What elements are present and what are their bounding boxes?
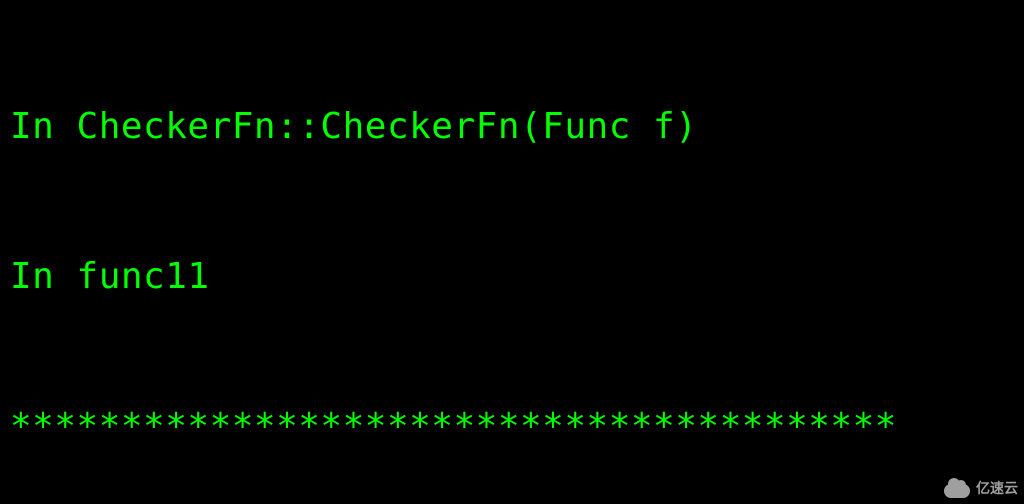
watermark-text: 亿速云 (976, 478, 1018, 498)
terminal-output: In CheckerFn::CheckerFn(Func f) In func1… (0, 0, 1024, 504)
terminal-line: **************************************** (10, 402, 1014, 452)
terminal-line: In func11 (10, 252, 1014, 302)
terminal-line: In CheckerFn::CheckerFn(Func f) (10, 102, 1014, 152)
watermark: 亿速云 (942, 478, 1018, 498)
cloud-icon (942, 478, 972, 498)
